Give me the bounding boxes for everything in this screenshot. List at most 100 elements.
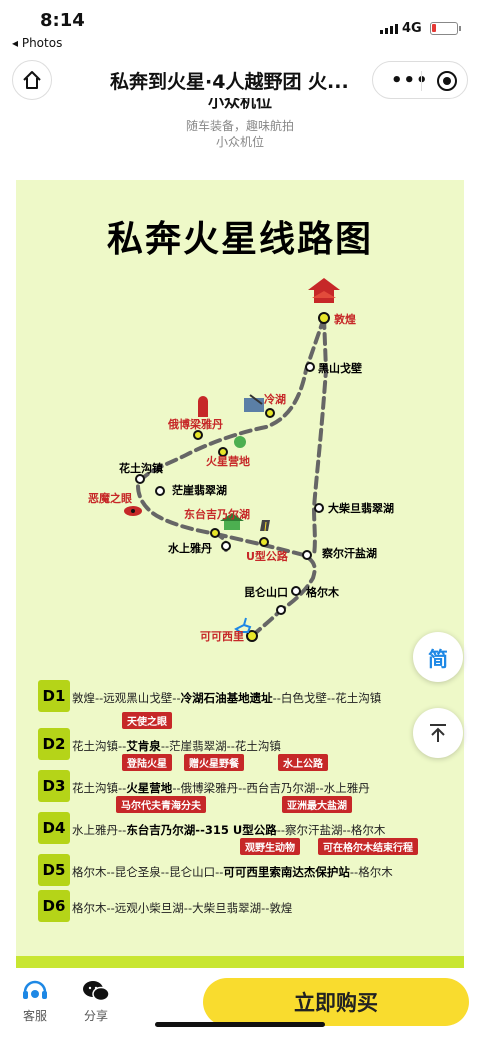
day-tag: 赠火星野餐	[184, 754, 244, 771]
label-kunlun: 昆仑山口	[244, 585, 288, 599]
back-to-photos-link[interactable]: ◂ Photos	[12, 36, 62, 50]
day-badge: D2	[38, 728, 70, 760]
label-u-road: U型公路	[246, 549, 289, 563]
ellipsis-icon[interactable]: •••	[391, 70, 429, 91]
day-badge: D6	[38, 890, 70, 922]
day-badge: D5	[38, 854, 70, 886]
network-type: 4G	[402, 21, 422, 36]
stop-dunhuang	[318, 312, 330, 324]
buy-now-button[interactable]: 立即购买	[203, 978, 469, 1026]
label-dongtai: 东台吉乃尔湖	[184, 507, 250, 521]
day-route-text: 花土沟镇--火星营地--俄博梁雅丹--西台吉乃尔湖--水上雅丹	[72, 780, 370, 796]
stop-heishan	[305, 362, 315, 372]
day-route-text: 格尔木--昆仑圣泉--昆仑山口--可可西里索南达杰保护站--格尔木	[72, 864, 393, 880]
route-poster: 私奔火星线路图 敦煌 黑山戈壁 冷湖 俄博梁雅丹 火星营地 花土沟镇 恶魔之眼 …	[16, 180, 464, 968]
label-mangya: 茫崖翡翠湖	[172, 483, 227, 497]
stop-da-chaidan	[314, 503, 324, 513]
intro-line-2: 小众机位	[215, 135, 264, 149]
stop-golmud	[276, 605, 286, 615]
day-tag: 水上公路	[278, 754, 328, 771]
simplified-chinese-button[interactable]: 简	[413, 632, 463, 682]
day-tag: 马尔代夫青海分夫	[116, 796, 206, 813]
label-dunhuang: 敦煌	[334, 312, 356, 326]
back-to-top-button[interactable]	[413, 708, 463, 758]
route-segment: --俄博梁雅丹--西台吉乃尔湖--水上雅丹	[172, 781, 370, 795]
eye-icon	[124, 506, 142, 516]
share-button[interactable]: 分享	[71, 978, 121, 1024]
route-segment: 格尔木--远观小柴旦湖--大柴旦翡翠湖--敦煌	[72, 901, 293, 915]
label-kekexili: 可可西里	[200, 630, 244, 643]
label-lenghu: 冷湖	[264, 392, 286, 406]
route-highlight: 可可西里索南达杰保护站	[223, 865, 350, 879]
oil-rig-icon	[244, 394, 264, 412]
label-mars-camp: 火星营地	[206, 454, 250, 468]
alien-icon	[234, 436, 246, 448]
intro-line-1: 随车装备，趣味航拍	[185, 119, 294, 133]
customer-service-button[interactable]: 客服	[10, 978, 60, 1024]
capsule-divider	[421, 71, 422, 91]
partial-heading: 小众机位	[207, 98, 272, 110]
road-icon	[260, 520, 270, 532]
pagoda-icon	[308, 278, 340, 303]
route-highlight: 东台吉乃尔湖--315 U型公路	[126, 823, 277, 837]
stop-shuishang	[221, 541, 231, 551]
route-segment: 水上雅丹--	[72, 823, 127, 837]
page-title: 私奔到火星·4人越野团 火...	[110, 71, 349, 93]
tower-icon	[198, 396, 208, 417]
wechat-icon	[83, 981, 110, 1002]
status-time: 8:14	[40, 10, 85, 31]
route-highlight: 火星营地	[126, 781, 173, 795]
stop-huatugou	[135, 474, 145, 484]
poster-bottom-strip	[16, 956, 464, 968]
day-tag: 可在格尔木结束行程	[318, 838, 418, 855]
home-button[interactable]	[12, 60, 52, 100]
day-badge: D4	[38, 812, 70, 844]
mini-program-close-icon[interactable]	[437, 71, 457, 91]
day-tag: 登陆火星	[122, 754, 172, 771]
route-map: 敦煌 黑山戈壁 冷湖 俄博梁雅丹 火星营地 花土沟镇 恶魔之眼 茫崖翡翠湖 东台…	[88, 278, 394, 643]
route-segment: --茫崖翡翠湖--花土沟镇	[160, 739, 281, 753]
status-bar: 8:14 ◂ Photos 4G	[0, 0, 480, 54]
day-tag: 亚洲最大盐湖	[282, 796, 352, 813]
label-golmud: 格尔木	[306, 585, 340, 599]
stop-mangya	[155, 486, 165, 496]
route-segment: --白色戈壁--花土沟镇	[272, 691, 382, 705]
customer-service-label: 客服	[22, 1009, 47, 1023]
share-label: 分享	[83, 1009, 108, 1023]
route-segment: --察尔汗盐湖--格尔木	[276, 823, 386, 837]
label-eboliang: 俄博梁雅丹	[167, 417, 223, 431]
day-badge: D3	[38, 770, 70, 802]
route-segment: --格尔木	[349, 865, 393, 879]
route-highlight: 冷湖石油基地遗址	[180, 691, 273, 705]
route-segment: 敦煌--远观黑山戈壁--	[72, 691, 181, 705]
mini-program-capsule: •••	[372, 61, 468, 99]
arrow-up-icon	[430, 724, 446, 742]
day-route-text: 敦煌--远观黑山戈壁--冷湖石油基地遗址--白色戈壁--花土沟镇	[72, 690, 381, 706]
stop-eboliang	[193, 430, 203, 440]
label-chaerhan: 察尔汗盐湖	[322, 546, 377, 560]
signal-icon	[380, 24, 398, 34]
stop-u-road	[259, 537, 269, 547]
day-tag: 天使之眼	[122, 712, 172, 729]
stop-kunlun	[291, 586, 301, 596]
bottom-action-bar: 客服 分享 立即购买	[0, 968, 480, 1039]
route-segment: 花土沟镇--	[72, 781, 127, 795]
day-route-text: 格尔木--远观小柴旦湖--大柴旦翡翠湖--敦煌	[72, 900, 292, 916]
nav-bar: 私奔到火星·4人越野团 火... •••	[0, 58, 480, 102]
stop-dongtai	[210, 528, 220, 538]
route-segment: 格尔木--昆仑圣泉--昆仑山口--	[72, 865, 224, 879]
label-devil-eye: 恶魔之眼	[88, 491, 132, 505]
headset-icon	[23, 980, 47, 999]
label-huatugou: 花土沟镇	[119, 461, 163, 475]
label-shuishang: 水上雅丹	[168, 541, 212, 555]
route-segment: 花土沟镇--	[72, 739, 127, 753]
day-badge: D1	[38, 680, 70, 712]
home-icon	[23, 71, 41, 89]
label-heishan: 黑山戈壁	[318, 361, 362, 375]
simplified-label: 简	[428, 646, 448, 671]
day-tag: 观野生动物	[240, 838, 300, 855]
route-highlight: 艾肯泉	[126, 739, 161, 753]
battery-icon	[430, 22, 461, 35]
day-route-text: 水上雅丹--东台吉乃尔湖--315 U型公路--察尔汗盐湖--格尔木	[72, 822, 385, 838]
stop-lenghu	[265, 408, 275, 418]
